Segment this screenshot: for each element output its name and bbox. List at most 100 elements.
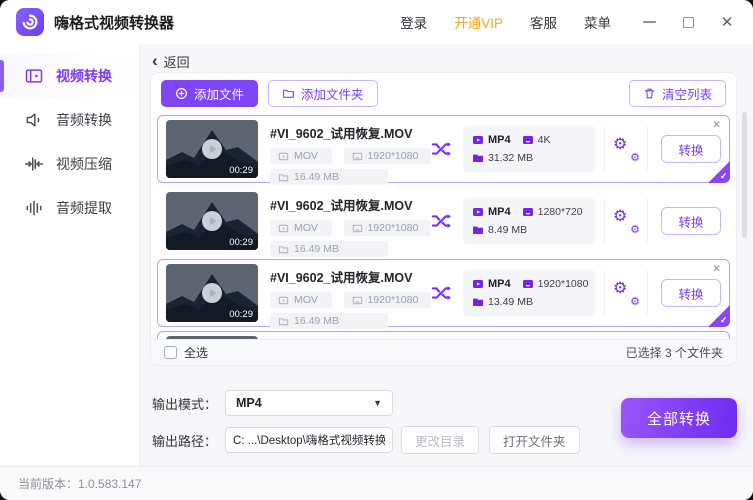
settings-gear-icon[interactable]: ⚙⚙ — [614, 281, 638, 305]
file-info: #VI_9602_试用恢复.MOV MOV 1920*1080 16.49 MB — [258, 193, 431, 262]
video-thumbnail[interactable]: 00:29 — [166, 120, 258, 178]
sidebar-item-audio-extract[interactable]: 音频提取 — [0, 186, 139, 230]
sidebar-item-label: 音频提取 — [56, 198, 112, 218]
output-mode-select[interactable]: MP4 ▼ — [225, 390, 393, 416]
settings-gear-icon[interactable]: ⚙⚙ — [614, 137, 638, 161]
target-size: 13.49 MB — [472, 296, 533, 308]
video-compress-icon — [24, 154, 44, 174]
vip-link[interactable]: 开通VIP — [454, 12, 503, 32]
close-icon[interactable]: ✕ — [712, 119, 721, 131]
folder-icon — [472, 152, 484, 164]
output-path-input[interactable] — [225, 427, 393, 453]
add-file-button[interactable]: 添加文件 — [161, 80, 258, 107]
source-resolution-pill: 1920*1080 — [344, 148, 432, 164]
duration-badge: 00:29 — [227, 309, 255, 320]
film-icon — [472, 206, 484, 218]
selection-bar: 全选 已选择 3 个文件夹 — [151, 339, 736, 365]
convert-button[interactable]: 转换 — [661, 135, 721, 163]
film-icon — [472, 134, 484, 146]
sidebar-item-audio-convert[interactable]: 音频转换 — [0, 98, 139, 142]
monitor-icon — [522, 206, 534, 218]
file-name: #VI_9602_试用恢复.MOV — [270, 267, 431, 286]
menu-link[interactable]: 菜单 — [584, 12, 611, 32]
list-scrollbar[interactable] — [742, 112, 747, 238]
statusbar: 当前版本：1.0.583.147 — [0, 466, 753, 500]
login-link[interactable]: 登录 — [400, 12, 427, 32]
maximize-button[interactable] — [680, 14, 696, 30]
file-info: #VI_9602_试用恢复.MOV MOV 1920*1080 16.49 MB — [258, 121, 431, 190]
app-window: 嗨格式视频转换器 登录 开通VIP 客服 菜单 ✕ 视频转换 音频转换 — [0, 0, 753, 500]
titlebar-menu: 登录 开通VIP 客服 菜单 — [400, 12, 611, 32]
selected-count: 已选择 3 个文件夹 — [626, 344, 723, 361]
output-path-label: 输出路径： — [152, 431, 217, 450]
convert-all-button[interactable]: 全部转换 — [621, 398, 737, 438]
chevron-left-icon: ‹ — [152, 52, 158, 69]
file-row[interactable]: 00:29 #VI_9602_试用恢复.MOV MOV 1920*1080 16… — [157, 187, 730, 255]
folder-icon — [278, 172, 289, 183]
film-icon — [278, 295, 289, 306]
change-directory-button[interactable]: 更改目录 — [401, 426, 479, 454]
caret-down-icon: ▼ — [373, 398, 382, 408]
source-format-pill: MOV — [270, 292, 332, 308]
film-icon — [278, 151, 289, 162]
monitor-icon — [522, 278, 534, 290]
sidebar: 视频转换 音频转换 视频压缩 音频提取 — [0, 44, 140, 466]
monitor-icon — [522, 134, 534, 146]
video-thumbnail[interactable]: 00:29 — [166, 192, 258, 250]
video-thumbnail[interactable] — [166, 336, 258, 339]
back-button[interactable]: ‹ 返回 — [152, 52, 190, 71]
convert-button[interactable]: 转换 — [661, 279, 721, 307]
sidebar-item-video-compress[interactable]: 视频压缩 — [0, 142, 139, 186]
file-name: #VI_9602_试用恢复.MOV — [270, 195, 431, 214]
target-resolution: 1280*720 — [522, 206, 583, 218]
audio-convert-icon — [24, 110, 44, 130]
folder-icon — [472, 224, 484, 236]
target-resolution: 4K — [522, 134, 551, 146]
shuffle-icon — [431, 138, 453, 160]
output-mode-row: 输出模式： MP4 ▼ — [152, 390, 393, 416]
sidebar-item-label: 视频转换 — [56, 66, 112, 86]
target-resolution: 1920*1080 — [522, 278, 589, 290]
duration-badge: 00:29 — [227, 237, 255, 248]
target-size: 8.49 MB — [472, 224, 527, 236]
file-info: #VI_9602_试用恢复.MOV — [258, 337, 721, 339]
source-size-pill: 16.49 MB — [270, 241, 388, 257]
file-panel: 添加文件 添加文件夹 清空列表 00:29 — [150, 72, 737, 366]
monitor-icon — [352, 295, 363, 306]
folder-icon — [472, 296, 484, 308]
add-folder-button[interactable]: 添加文件夹 — [268, 80, 378, 107]
file-name: #VI_9602_试用恢复.MOV — [270, 123, 431, 142]
sidebar-item-video-convert[interactable]: 视频转换 — [0, 54, 139, 98]
close-button[interactable]: ✕ — [719, 14, 735, 30]
open-folder-button[interactable]: 打开文件夹 — [489, 426, 580, 454]
settings-gear-icon[interactable]: ⚙⚙ — [614, 209, 638, 233]
close-icon[interactable]: ✕ — [712, 263, 721, 275]
file-row[interactable]: 00:29 #VI_9602_试用恢复.MOV MOV 1920*1080 16… — [157, 115, 730, 183]
shuffle-icon — [431, 210, 453, 232]
support-link[interactable]: 客服 — [530, 12, 557, 32]
clear-list-button[interactable]: 清空列表 — [629, 80, 726, 107]
main-area: ‹ 返回 添加文件 添加文件夹 清空列表 — [140, 44, 753, 466]
film-icon — [278, 223, 289, 234]
target-format: MP4 — [472, 134, 511, 146]
file-info: #VI_9602_试用恢复.MOV MOV 1920*1080 16.49 MB — [258, 265, 431, 334]
duration-badge: 00:29 — [227, 165, 255, 176]
panel-toolbar: 添加文件 添加文件夹 清空列表 — [151, 73, 736, 114]
file-row[interactable]: 00:29 #VI_9602_试用恢复.MOV MOV 1920*1080 16… — [157, 259, 730, 327]
shuffle-icon — [431, 282, 453, 304]
version-text: 当前版本：1.0.583.147 — [18, 475, 141, 492]
target-settings: MP4 4K 31.32 MB — [463, 126, 595, 172]
video-thumbnail[interactable]: 00:29 — [166, 264, 258, 322]
minimize-button[interactable] — [641, 14, 657, 30]
audio-extract-icon — [24, 198, 44, 218]
file-list: 00:29 #VI_9602_试用恢复.MOV MOV 1920*1080 16… — [151, 114, 736, 339]
select-all-checkbox[interactable] — [164, 346, 177, 359]
play-icon — [202, 283, 222, 303]
source-format-pill: MOV — [270, 148, 332, 164]
file-row[interactable]: #VI_9602_试用恢复.MOV — [157, 331, 730, 339]
convert-button[interactable]: 转换 — [661, 207, 721, 235]
output-path-row: 输出路径： 更改目录 打开文件夹 — [152, 426, 580, 454]
video-convert-icon — [24, 66, 44, 86]
target-settings: MP4 1920*1080 13.49 MB — [463, 270, 595, 316]
window-controls: ✕ — [641, 14, 735, 30]
